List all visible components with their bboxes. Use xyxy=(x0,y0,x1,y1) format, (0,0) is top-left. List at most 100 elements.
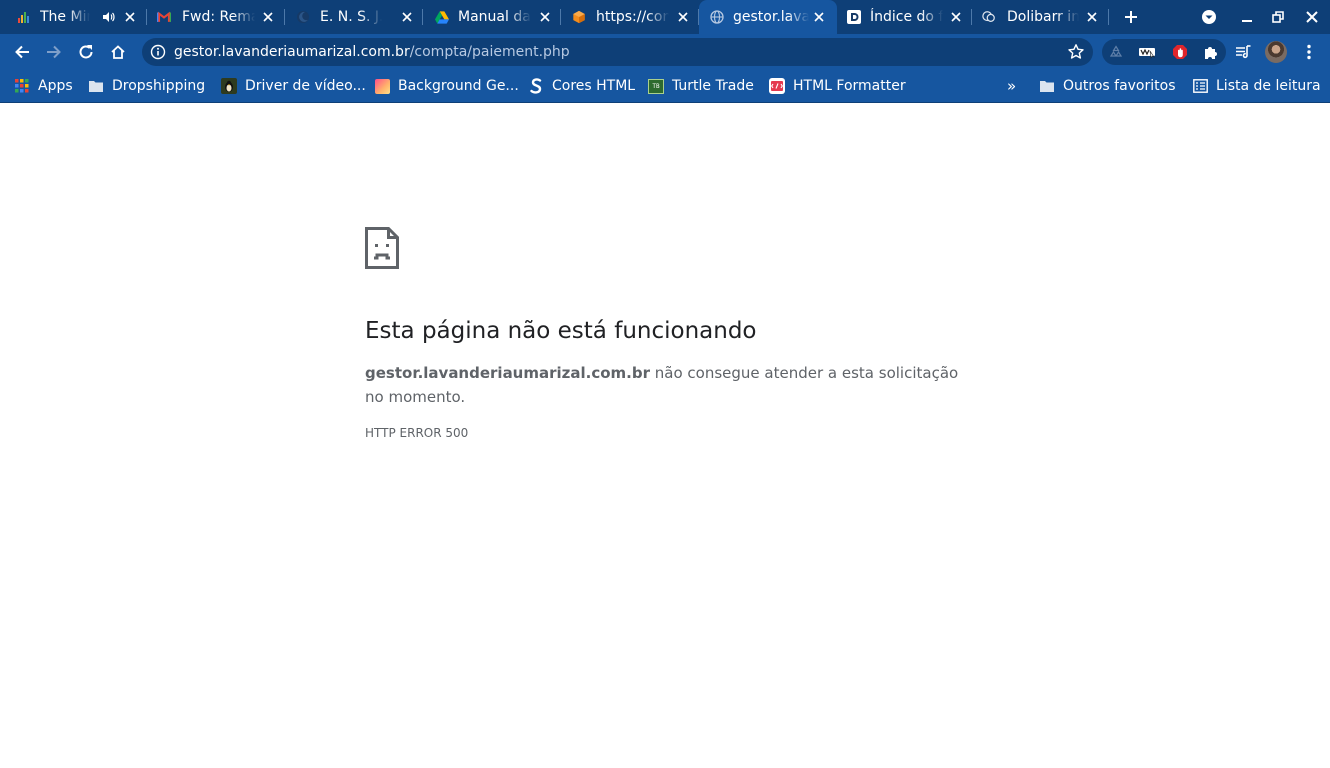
new-tab-button[interactable] xyxy=(1118,4,1144,30)
forward-button[interactable] xyxy=(41,39,67,65)
tab-title: https://conta xyxy=(596,8,669,26)
close-icon[interactable] xyxy=(811,9,827,25)
bookmark-cores-html[interactable]: Cores HTML xyxy=(528,76,635,96)
bookmark-label: Apps xyxy=(38,78,73,94)
close-icon[interactable] xyxy=(675,9,691,25)
url-text[interactable]: gestor.lavanderiaumarizal.com.br/compta/… xyxy=(174,43,570,61)
tab-title: Índice do fórum xyxy=(870,8,943,26)
extensions-group xyxy=(1102,39,1226,65)
bookmark-html-formatter[interactable]: HTML Formatter xyxy=(769,76,906,96)
url-host: gestor.lavanderiaumarizal.com.br xyxy=(174,44,410,60)
chevron-down-circle-icon xyxy=(1202,10,1216,24)
bookmarks-overflow-button[interactable]: » xyxy=(1007,76,1016,96)
minimize-icon xyxy=(1242,20,1252,22)
tab-dolibarr-inst[interactable]: Dolibarr inst xyxy=(972,0,1109,34)
moon-icon xyxy=(296,10,310,24)
info-icon[interactable] xyxy=(150,44,166,60)
tab-strip: The Mind Fwd: Remarketing E. N. S. J. C. xyxy=(0,0,1330,34)
home-button[interactable] xyxy=(105,39,131,65)
error-code: HTTP ERROR 500 xyxy=(365,426,469,440)
reload-icon xyxy=(79,45,93,59)
page-content: Esta página não está funcionando gestor.… xyxy=(0,104,1330,768)
plus-icon xyxy=(1125,11,1137,23)
sad-page-icon xyxy=(365,227,399,269)
bookmark-label: HTML Formatter xyxy=(793,78,906,94)
tab-gestor-lavanderia[interactable]: gestor.lavanderia xyxy=(699,0,837,34)
close-icon[interactable] xyxy=(1084,9,1100,25)
tab-the-mind[interactable]: The Mind xyxy=(0,0,147,34)
bookmark-label: Driver de vídeo... xyxy=(245,78,366,94)
bookmark-other-favorites[interactable]: Outros favoritos xyxy=(1039,76,1176,96)
tab-title: Fwd: Remarketing xyxy=(182,8,255,26)
folder-icon xyxy=(1039,78,1055,94)
speaker-icon[interactable] xyxy=(100,9,116,25)
puzzle-extensions-icon[interactable] xyxy=(1203,44,1219,60)
bookmarks-bar: Apps Dropshipping Driver de vídeo... Bac… xyxy=(0,69,1330,103)
dolibarr-d-icon xyxy=(847,10,861,24)
back-button[interactable] xyxy=(9,39,35,65)
recycle-extension-icon[interactable] xyxy=(1108,44,1124,60)
minimize-button[interactable] xyxy=(1234,4,1260,30)
double-chevron-icon: » xyxy=(1007,77,1017,95)
tradingview-icon: TB xyxy=(648,78,664,94)
html-formatter-icon xyxy=(769,78,785,94)
tab-search-button[interactable] xyxy=(1196,4,1222,30)
address-bar[interactable]: gestor.lavanderiaumarizal.com.br/compta/… xyxy=(142,38,1093,66)
tab-indice-do-forum[interactable]: Índice do fórum xyxy=(837,0,972,34)
home-icon xyxy=(111,45,125,59)
close-icon[interactable] xyxy=(260,9,276,25)
bookmark-label: Turtle Trade xyxy=(672,78,754,94)
bookmark-label: Lista de leitura xyxy=(1216,78,1321,94)
tab-fwd-remarketing[interactable]: Fwd: Remarketing xyxy=(147,0,285,34)
bookmark-label: Dropshipping xyxy=(112,78,206,94)
queue-music-icon xyxy=(1236,45,1251,59)
close-icon[interactable] xyxy=(399,9,415,25)
penguin-icon xyxy=(221,78,237,94)
close-icon[interactable] xyxy=(537,9,553,25)
window-close-button[interactable] xyxy=(1299,4,1325,30)
close-icon[interactable] xyxy=(948,9,964,25)
box-icon xyxy=(572,10,586,24)
tab-https-conta[interactable]: https://conta xyxy=(561,0,699,34)
reading-list-button[interactable]: Lista de leitura xyxy=(1192,76,1321,96)
tab-manual-da-marca[interactable]: Manual da marca xyxy=(423,0,561,34)
bookmark-driver-de-video[interactable]: Driver de vídeo... xyxy=(221,76,366,96)
gradient-icon xyxy=(374,78,390,94)
tab-title: gestor.lavanderia xyxy=(733,8,809,26)
google-drive-icon xyxy=(435,10,449,24)
toolbar: gestor.lavanderiaumarizal.com.br/compta/… xyxy=(0,34,1330,69)
bookmark-label: Background Ge... xyxy=(398,78,519,94)
gmail-icon xyxy=(157,10,171,24)
restore-icon xyxy=(1272,11,1284,23)
tab-title: E. N. S. J. C. xyxy=(320,8,382,26)
arrow-left-icon xyxy=(15,45,29,59)
profile-button[interactable] xyxy=(1263,39,1289,65)
media-controls-button[interactable] xyxy=(1230,39,1256,65)
bookmark-apps[interactable]: Apps xyxy=(14,76,73,96)
wappalyzer-extension-icon[interactable] xyxy=(1139,44,1155,60)
arrow-right-icon xyxy=(47,45,61,59)
s-logo-icon xyxy=(528,78,544,94)
tab-title: Manual da marca xyxy=(458,8,531,26)
tab-separator xyxy=(1108,9,1109,25)
tab-title: The Mind xyxy=(40,8,90,26)
reading-list-icon xyxy=(1192,78,1208,94)
forum-icon xyxy=(982,10,996,24)
bookmark-turtle-trade[interactable]: TB Turtle Trade xyxy=(648,76,754,96)
menu-button[interactable] xyxy=(1296,39,1322,65)
close-icon[interactable] xyxy=(122,9,138,25)
reload-button[interactable] xyxy=(73,39,99,65)
error-title: Esta página não está funcionando xyxy=(365,318,757,344)
adblock-hand-icon[interactable] xyxy=(1172,44,1188,60)
tab-ensjc[interactable]: E. N. S. J. C. xyxy=(285,0,423,34)
error-host: gestor.lavanderiaumarizal.com.br xyxy=(365,364,651,382)
avatar xyxy=(1265,41,1287,63)
globe-icon xyxy=(710,10,724,24)
restore-button[interactable] xyxy=(1265,4,1291,30)
bookmark-background-generator[interactable]: Background Ge... xyxy=(374,76,519,96)
tab-title: Dolibarr inst xyxy=(1007,8,1079,26)
bookmark-dropshipping[interactable]: Dropshipping xyxy=(88,76,205,96)
close-icon xyxy=(1306,11,1318,23)
equalizer-icon xyxy=(17,10,31,24)
bookmark-star-icon[interactable] xyxy=(1067,43,1085,61)
